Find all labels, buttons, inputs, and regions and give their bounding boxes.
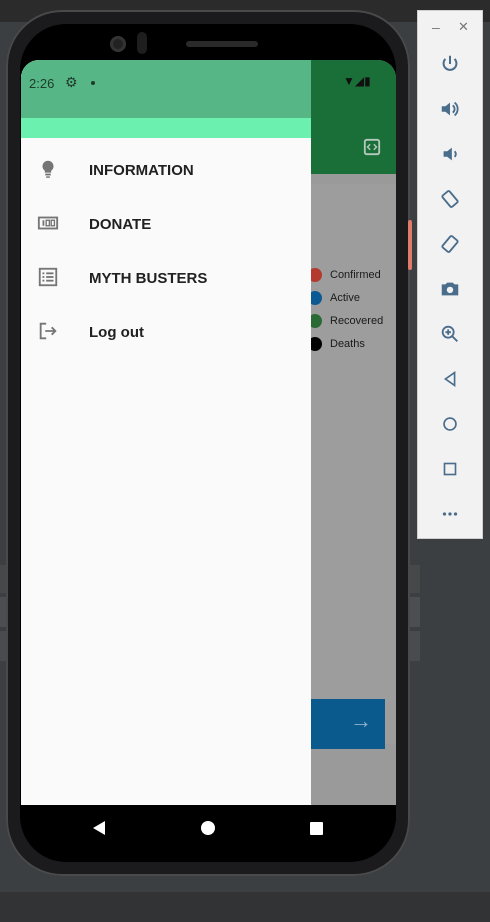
legend-label: Active [330,292,360,304]
drawer-item-donate[interactable]: DONATE [21,198,311,252]
rotate-left-icon[interactable] [435,184,465,214]
close-icon[interactable]: ✕ [458,19,469,35]
front-camera [110,36,126,52]
status-time: 2:26 [29,76,55,91]
settings-icon: ⚙ [65,74,78,90]
nav-back-icon[interactable] [93,821,105,835]
drawer-status-bar: 2:26 ⚙ [21,60,311,118]
rotate-right-icon[interactable] [435,229,465,259]
background-next-button[interactable] [311,699,385,749]
system-nav-bar [21,805,396,852]
lightbulb-icon [37,158,61,182]
status-icons: ▼◢▮ [343,74,371,88]
drawer-item-label: MYTH BUSTERS [89,270,208,287]
legend-label: Deaths [330,338,365,350]
drawer-item-label: Log out [89,324,144,341]
list-icon [37,266,61,290]
ide-bottom-bar [0,892,490,922]
drawer-item-information[interactable]: INFORMATION [21,144,311,198]
drawer-item-myth-busters[interactable]: MYTH BUSTERS [21,252,311,306]
front-sensor [137,32,147,54]
drawer-item-logout[interactable]: Log out [21,306,311,360]
earpiece-speaker [186,41,258,47]
notification-dot-icon [91,81,95,85]
drawer-item-label: INFORMATION [89,162,194,179]
nav-home-icon[interactable] [201,821,215,835]
drawer-header [21,118,311,138]
camera-icon[interactable] [435,274,465,304]
device-side-button[interactable] [408,220,412,270]
more-icon[interactable] [435,499,465,529]
navigation-drawer: 2:26 ⚙ INFORMATION DONATE MYTH BUSTERS L… [21,60,311,805]
nav-recents-icon[interactable] [310,822,323,835]
emulator-toolbar: – ✕ [417,10,483,539]
drawer-item-label: DONATE [89,216,152,233]
volume-down-icon[interactable] [435,139,465,169]
logout-icon [37,320,61,344]
back-icon[interactable] [435,364,465,394]
power-icon[interactable] [435,49,465,79]
legend-label: Recovered [330,315,384,327]
donate-icon [37,212,61,236]
arrow-right-icon: → [350,708,372,733]
zoom-icon[interactable] [435,319,465,349]
legend-label: Confirmed [330,269,381,281]
home-icon[interactable] [435,409,465,439]
volume-up-icon[interactable] [435,94,465,124]
overview-icon[interactable] [435,454,465,484]
code-icon[interactable] [363,138,381,156]
minimize-icon[interactable]: – [432,19,440,35]
device-screen: ▼◢▮ Confirmed Active Recovered Deaths → … [21,60,396,805]
